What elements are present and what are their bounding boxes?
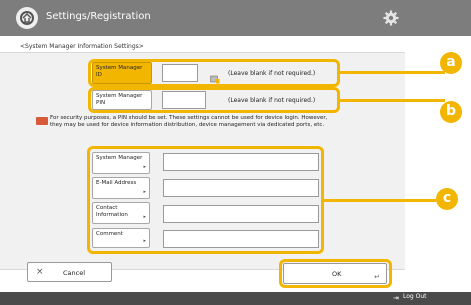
- warning-icon: [36, 117, 48, 125]
- highlight-ring-ok: [279, 259, 392, 288]
- highlight-ring-a: [88, 59, 340, 87]
- status-bar: ⇥ Log Out: [0, 292, 471, 305]
- callout-b: b: [440, 101, 462, 123]
- highlight-ring-b: [88, 87, 340, 113]
- callout-c: c: [436, 188, 458, 210]
- cancel-button-label: Cancel: [63, 269, 86, 277]
- gear-icon[interactable]: [382, 9, 400, 27]
- cancel-button[interactable]: × Cancel: [27, 262, 112, 282]
- logout-icon: ⇥: [393, 294, 399, 302]
- callout-a: a: [440, 52, 462, 74]
- breadcrumb: <System Manager Information Settings>: [20, 43, 144, 50]
- close-icon: ×: [36, 267, 44, 277]
- logout-button[interactable]: Log Out: [403, 293, 427, 300]
- callout-c-line: [324, 199, 436, 202]
- highlight-ring-c: [87, 146, 324, 254]
- page-title: Settings/Registration: [46, 11, 151, 22]
- callout-b-line: [340, 99, 445, 102]
- home-icon[interactable]: [16, 7, 38, 29]
- warning-message: For security purposes, a PIN should be s…: [50, 115, 328, 128]
- callout-a-line: [340, 71, 445, 74]
- title-bar: Settings/Registration: [0, 0, 471, 36]
